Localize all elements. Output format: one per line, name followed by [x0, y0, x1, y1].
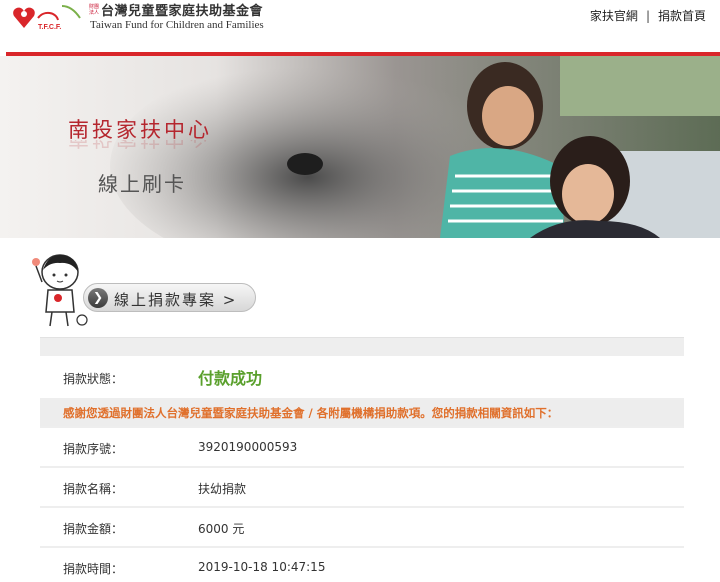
top-links: 家扶官網 | 捐款首頁 — [590, 7, 706, 24]
status-value: 付款成功 — [198, 369, 263, 388]
row-value: 6000 元 — [198, 522, 245, 536]
detail-row-time: 捐款時間： 2019-10-18 10:47:15 — [40, 548, 684, 582]
donation-result-panel: 捐款狀態： 付款成功 感謝您透過財團法人台灣兒童暨家庭扶助基金會 / 各附屬機構… — [40, 337, 684, 582]
banner-subtitle: 線上刷卡 — [98, 172, 186, 196]
chevron-circle-icon: ❯ — [88, 288, 108, 308]
link-separator: | — [645, 9, 650, 23]
detail-row-serial: 捐款序號： 3920190000593 — [40, 428, 684, 466]
thank-you-notice: 感謝您透過財團法人台灣兒童暨家庭扶助基金會 / 各附屬機構捐助款項。您的捐款相關… — [40, 400, 684, 426]
top-header: T.F.C.F. 財團法人 台灣兒童暨家庭扶助基金會 Taiwan Fund f… — [0, 0, 720, 52]
donation-project-button[interactable]: ❯ 線上捐款專案 > — [83, 283, 256, 312]
row-label: 捐款序號： — [63, 442, 124, 456]
notice-text: 感謝您透過財團法人台灣兒童暨家庭扶助基金會 / 各附屬機構捐助款項。您的捐款相關… — [63, 406, 559, 420]
row-value: 扶幼捐款 — [198, 482, 247, 496]
status-row: 捐款狀態： 付款成功 — [40, 356, 684, 398]
row-value: 2019-10-18 10:47:15 — [198, 560, 326, 574]
row-value: 3920190000593 — [198, 440, 298, 454]
hero-banner: 南投家扶中心 南投家扶中心 線上刷卡 — [0, 56, 720, 238]
org-badge: 財團法人 — [89, 4, 100, 16]
row-label: 捐款時間： — [63, 562, 124, 576]
link-donation-home[interactable]: 捐款首頁 — [658, 9, 706, 23]
detail-row-name: 捐款名稱： 扶幼捐款 — [40, 468, 684, 506]
row-label: 捐款名稱： — [63, 482, 124, 496]
status-label: 捐款狀態： — [63, 372, 124, 386]
banner-title-reflection: 南投家扶中心 — [68, 140, 212, 154]
detail-row-amount: 捐款金額： 6000 元 — [40, 508, 684, 546]
row-label: 捐款金額： — [63, 522, 124, 536]
donation-project-label: 線上捐款專案 > — [114, 291, 238, 309]
link-official-site[interactable]: 家扶官網 — [590, 9, 638, 23]
svg-text:T.F.C.F.: T.F.C.F. — [38, 24, 61, 31]
tcfc-logo[interactable]: T.F.C.F. — [8, 2, 86, 32]
org-name: 台灣兒童暨家庭扶助基金會 — [101, 4, 264, 19]
org-name-en: Taiwan Fund for Children and Families — [90, 19, 264, 31]
